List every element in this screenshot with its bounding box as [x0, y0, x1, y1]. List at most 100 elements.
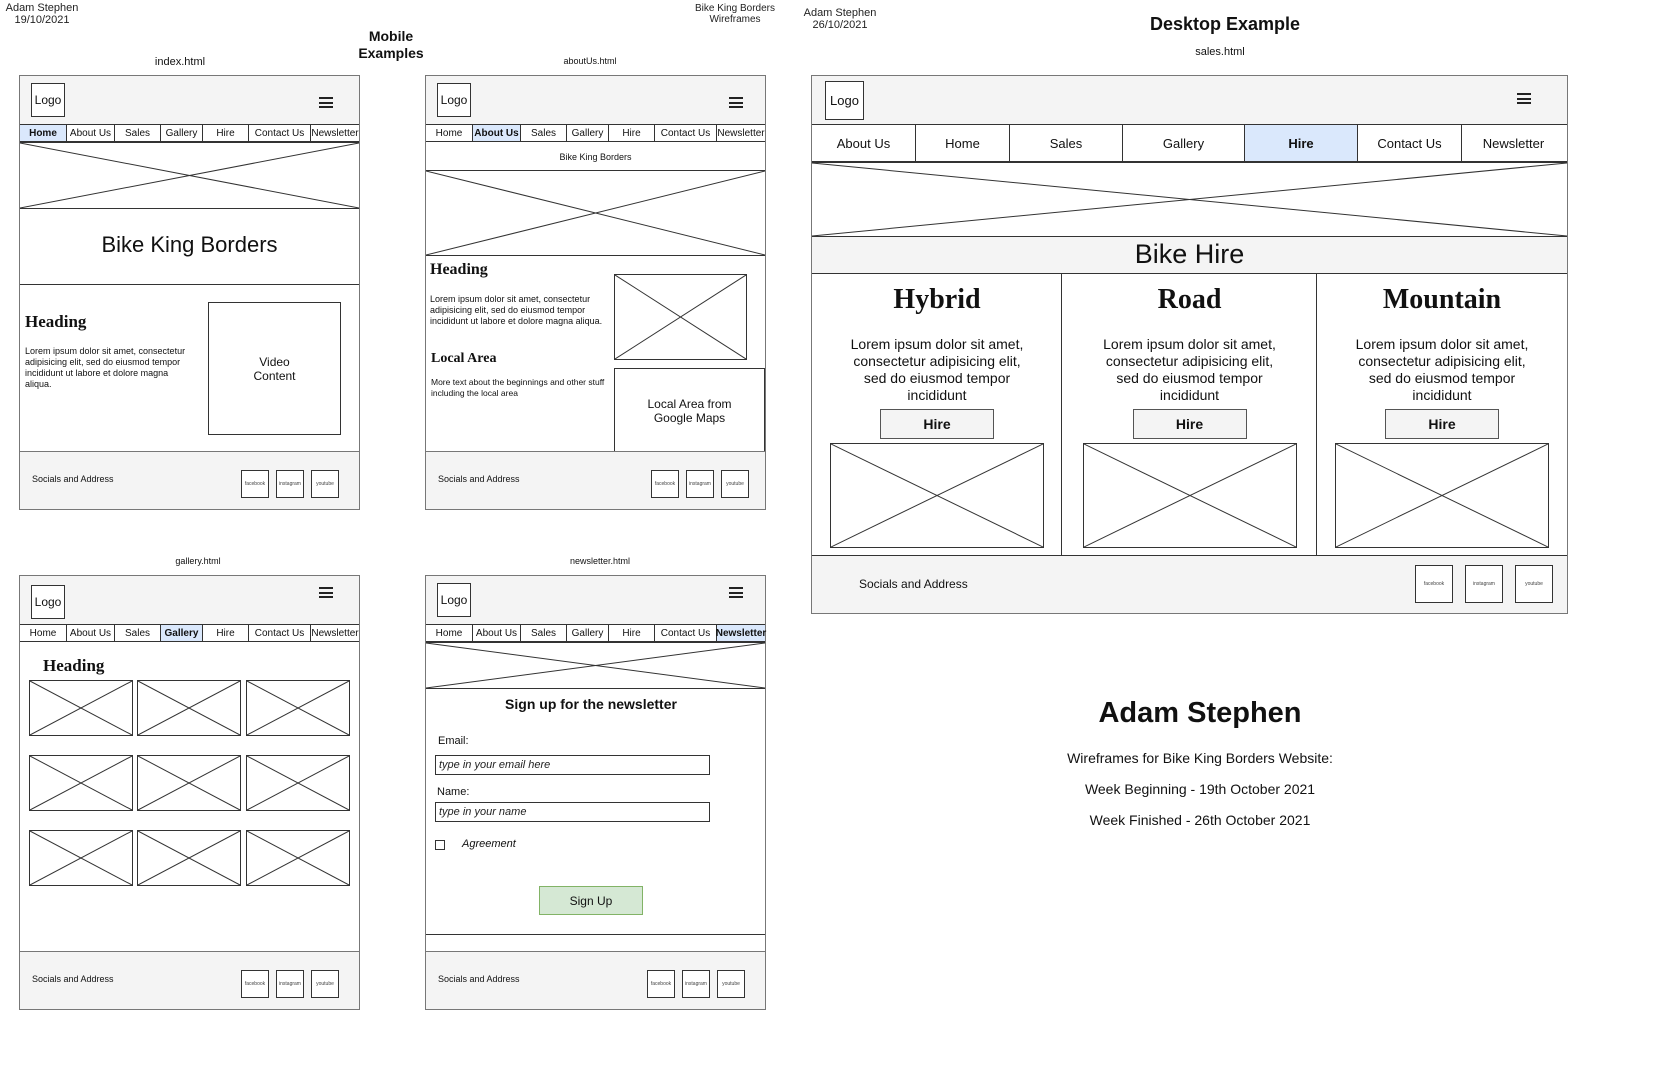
youtube-icon[interactable]: youtube: [717, 970, 745, 998]
gallery-image-placeholder: [29, 755, 133, 811]
socials-label: Socials and Address: [438, 474, 520, 484]
hamburger-menu-icon[interactable]: [729, 587, 743, 598]
nav-item-about-us[interactable]: About Us: [473, 125, 521, 141]
hire-button[interactable]: Hire: [1132, 409, 1247, 439]
nav-item-sales[interactable]: Sales: [521, 125, 567, 141]
gallery-image-placeholder: [137, 680, 241, 736]
socials-label: Socials and Address: [32, 474, 114, 484]
nav-item-home[interactable]: Home: [916, 125, 1010, 161]
filename-gallery: gallery.html: [175, 556, 221, 566]
nav-item-contact-us[interactable]: Contact Us: [655, 625, 717, 641]
youtube-icon[interactable]: youtube: [1515, 565, 1553, 603]
about-text: Lorem ipsum dolor sit amet, consectetur …: [430, 294, 603, 326]
name-field[interactable]: type in your name: [435, 802, 710, 822]
nav-item-gallery[interactable]: Gallery: [1123, 125, 1245, 161]
hamburger-menu-icon[interactable]: [319, 97, 333, 108]
nav-item-gallery[interactable]: Gallery: [567, 625, 609, 641]
mobile-examples-title: Mobile Examples: [358, 28, 424, 61]
nav-item-hire[interactable]: Hire: [609, 625, 655, 641]
instagram-icon[interactable]: instagram: [276, 970, 304, 998]
youtube-icon[interactable]: youtube: [311, 970, 339, 998]
site-title: Bike King Borders: [101, 232, 278, 257]
logo[interactable]: Logo: [825, 81, 864, 120]
nav-item-about-us[interactable]: About Us: [812, 125, 916, 161]
agreement-checkbox[interactable]: [435, 840, 445, 850]
hire-column-mountain: Mountain Lorem ipsum dolor sit amet, cons…: [1317, 274, 1567, 557]
nav-item-gallery[interactable]: Gallery: [567, 125, 609, 141]
page-title: Bike Hire: [1134, 239, 1245, 269]
nav-item-hire[interactable]: Hire: [203, 125, 249, 141]
bike-image-placeholder: [1335, 443, 1549, 548]
facebook-icon[interactable]: facebook: [241, 470, 269, 498]
nav-item-newsletter[interactable]: Newsletter: [1462, 125, 1565, 161]
intro-text: Lorem ipsum dolor sit amet, consectetur …: [25, 346, 186, 389]
footer: Socials and Address facebook instagram y…: [20, 951, 359, 1009]
instagram-icon[interactable]: instagram: [686, 470, 714, 498]
summary-line-2: Week Beginning - 19th October 2021: [1084, 781, 1316, 797]
summary-name: Adam Stephen: [1098, 697, 1302, 729]
facebook-icon[interactable]: facebook: [647, 970, 675, 998]
nav-item-newsletter[interactable]: Newsletter: [716, 625, 766, 641]
author-label: Adam Stephen 19/10/2021: [5, 2, 79, 26]
nav-item-home[interactable]: Home: [426, 125, 473, 141]
nav-item-hire[interactable]: Hire: [609, 125, 655, 141]
hamburger-menu-icon[interactable]: [729, 97, 743, 108]
nav-bar: About Us Home Sales Gallery Hire Contact Us Ne…: [812, 124, 1567, 162]
nav-item-contact-us[interactable]: Contact Us: [1358, 125, 1462, 161]
newsletter-wireframe: Logo Home About Us Sales Gallery Hire Contact…: [425, 575, 766, 1010]
nav-item-hire[interactable]: Hire: [1245, 125, 1358, 161]
socials-label: Socials and Address: [32, 974, 114, 984]
hire-button[interactable]: Hire: [880, 409, 994, 439]
filename-index: index.html: [154, 56, 206, 68]
email-field[interactable]: type in your email here: [435, 755, 710, 775]
nav-item-newsletter[interactable]: Newsletter: [717, 125, 765, 141]
subtitle: Bike King Borders: [559, 152, 632, 162]
nav-bar: Home About Us Sales Gallery Hire Contact Us Ne…: [20, 124, 359, 142]
gallery-image-placeholder: [246, 755, 350, 811]
logo[interactable]: Logo: [31, 83, 65, 117]
google-map[interactable]: Local Area from Google Maps: [614, 368, 765, 454]
hamburger-menu-icon[interactable]: [1517, 93, 1531, 104]
facebook-icon[interactable]: facebook: [651, 470, 679, 498]
facebook-icon[interactable]: facebook: [241, 970, 269, 998]
gallery-image-placeholder: [29, 830, 133, 886]
nav-item-sales[interactable]: Sales: [115, 125, 161, 141]
instagram-icon[interactable]: instagram: [1465, 565, 1503, 603]
hire-button[interactable]: Hire: [1385, 409, 1499, 439]
nav-bar: Home About Us Sales Gallery Hire Contact Us Ne…: [426, 124, 765, 142]
name-label: Name:: [437, 786, 470, 798]
nav-item-gallery[interactable]: Gallery: [161, 125, 203, 141]
email-label: Email:: [438, 735, 469, 747]
banner-image-placeholder: [426, 170, 765, 256]
hire-columns: Hybrid Lorem ipsum dolor sit amet, consec…: [812, 274, 1567, 557]
nav-item-sales[interactable]: Sales: [1010, 125, 1123, 161]
video-content[interactable]: Video Content: [208, 302, 341, 435]
column-heading: Mountain: [1382, 284, 1502, 315]
gallery-wireframe: Logo Home About Us Sales Gallery Hire Contact…: [19, 575, 360, 1010]
about-image-placeholder: [614, 274, 747, 360]
newsletter-title: Sign up for the newsletter: [505, 696, 677, 712]
instagram-icon[interactable]: instagram: [276, 470, 304, 498]
agreement-label: Agreement: [462, 838, 516, 850]
column-heading: Hybrid: [893, 284, 981, 315]
nav-item-contact-us[interactable]: Contact Us: [249, 125, 311, 141]
youtube-icon[interactable]: youtube: [721, 470, 749, 498]
nav-item-contact-us[interactable]: Contact Us: [655, 125, 717, 141]
author-label-desktop: Adam Stephen 26/10/2021: [803, 7, 877, 31]
nav-item-newsletter[interactable]: Newsletter: [311, 125, 359, 141]
youtube-icon[interactable]: youtube: [311, 470, 339, 498]
logo[interactable]: Logo: [437, 83, 471, 117]
facebook-icon[interactable]: facebook: [1415, 565, 1453, 603]
signup-button[interactable]: Sign Up: [539, 886, 643, 915]
hire-column-road: Road Lorem ipsum dolor sit amet, consecte…: [1062, 274, 1317, 557]
nav-item-sales[interactable]: Sales: [521, 625, 567, 641]
nav-item-about-us[interactable]: About Us: [473, 625, 521, 641]
local-area-heading: Local Area: [431, 351, 497, 366]
nav-item-home[interactable]: Home: [20, 125, 67, 141]
summary-line-3: Week Finished - 26th October 2021: [1089, 812, 1311, 828]
nav-item-home[interactable]: Home: [426, 625, 473, 641]
logo[interactable]: Logo: [437, 583, 471, 617]
instagram-icon[interactable]: instagram: [682, 970, 710, 998]
project-label: Bike King Borders Wireframes: [694, 3, 776, 25]
nav-item-about-us[interactable]: About Us: [67, 125, 115, 141]
